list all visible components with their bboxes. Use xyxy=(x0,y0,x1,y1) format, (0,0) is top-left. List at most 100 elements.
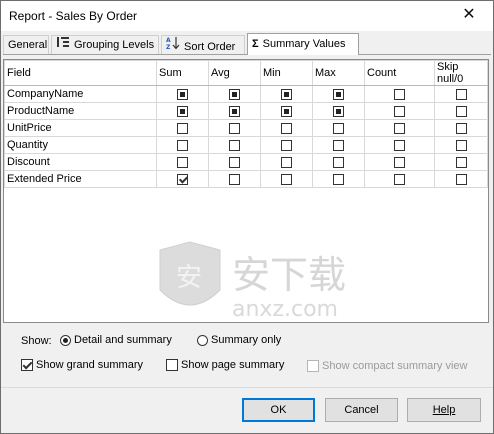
title-bar: Report - Sales By Order ✕ xyxy=(1,1,493,31)
checkbox[interactable] xyxy=(166,359,178,372)
min-checkbox[interactable] xyxy=(281,88,292,100)
skip-checkbox[interactable] xyxy=(455,156,467,168)
max-checkbox[interactable] xyxy=(333,156,344,168)
max-checkbox[interactable] xyxy=(333,122,344,134)
avg-checkbox[interactable] xyxy=(229,105,240,117)
summary-cell-max xyxy=(312,153,365,171)
close-icon[interactable]: ✕ xyxy=(459,5,479,25)
min-checkbox[interactable] xyxy=(281,139,292,151)
svg-text:A: A xyxy=(166,37,171,44)
tab-grouping-levels[interactable]: Grouping Levels xyxy=(51,35,159,54)
tab-general[interactable]: General xyxy=(3,35,49,54)
radio-summary-only[interactable]: Summary only xyxy=(197,334,281,346)
summary-cell-min xyxy=(260,85,313,103)
cancel-button[interactable]: Cancel xyxy=(325,398,398,422)
radio-label: Summary only xyxy=(211,334,282,346)
sum-checkbox[interactable] xyxy=(177,122,188,134)
tab-label: Grouping Levels xyxy=(74,39,155,51)
skip-checkbox[interactable] xyxy=(455,122,467,134)
sum-checkbox[interactable] xyxy=(177,173,188,185)
svg-text:Z: Z xyxy=(166,44,171,50)
grid-row: Discount xyxy=(4,153,488,171)
tab-summary-values[interactable]: Σ Summary Values xyxy=(247,33,359,55)
count-checkbox[interactable] xyxy=(394,173,405,185)
report-dialog: Report - Sales By Order ✕ General Groupi… xyxy=(0,0,494,434)
summary-cell-sum xyxy=(156,119,209,137)
summary-cell-avg xyxy=(208,119,261,137)
min-checkbox[interactable] xyxy=(281,173,292,185)
svg-text:安: 安 xyxy=(176,263,202,293)
max-checkbox[interactable] xyxy=(333,88,344,100)
avg-checkbox[interactable] xyxy=(229,139,240,151)
tab-sort-order[interactable]: A Z Sort Order xyxy=(161,35,245,54)
grid-row: Quantity xyxy=(4,136,488,154)
avg-checkbox[interactable] xyxy=(229,173,240,185)
count-checkbox[interactable] xyxy=(394,156,405,168)
grid-header-row: Field Sum Avg Min Max Count Skip null/0 xyxy=(4,60,488,86)
show-grand-summary-checkbox[interactable]: Show grand summary xyxy=(21,359,143,372)
count-checkbox[interactable] xyxy=(394,122,405,134)
radio-button[interactable] xyxy=(197,334,208,346)
count-checkbox[interactable] xyxy=(394,105,405,117)
column-header-max: Max xyxy=(312,60,365,86)
grid-row: ProductName xyxy=(4,102,488,120)
summary-cell-sum xyxy=(156,85,209,103)
max-checkbox[interactable] xyxy=(333,173,344,185)
skip-checkbox[interactable] xyxy=(455,139,467,151)
checkbox[interactable] xyxy=(21,359,33,372)
skip-checkbox[interactable] xyxy=(455,88,467,100)
summary-cell-count xyxy=(364,153,435,171)
summary-cell-min xyxy=(260,153,313,171)
summary-cell-skip xyxy=(434,102,488,120)
summary-cell-max xyxy=(312,136,365,154)
sum-checkbox[interactable] xyxy=(177,88,188,100)
avg-checkbox[interactable] xyxy=(229,122,240,134)
column-header-min: Min xyxy=(260,60,313,86)
help-button[interactable]: Help xyxy=(407,398,481,422)
skip-checkbox[interactable] xyxy=(455,105,467,117)
footer-separator xyxy=(1,387,493,388)
sum-checkbox[interactable] xyxy=(177,105,188,117)
count-checkbox[interactable] xyxy=(394,139,405,151)
min-checkbox[interactable] xyxy=(281,105,292,117)
summary-cell-count xyxy=(364,170,435,188)
radio-detail-and-summary[interactable]: Detail and summary xyxy=(60,334,172,346)
window-title: Report - Sales By Order xyxy=(9,9,138,23)
min-checkbox[interactable] xyxy=(281,156,292,168)
field-name-cell: Discount xyxy=(4,153,157,171)
checkbox xyxy=(307,360,319,373)
grid-empty-row xyxy=(5,194,488,195)
avg-checkbox[interactable] xyxy=(229,156,240,168)
summary-cell-max xyxy=(312,170,365,188)
ok-button[interactable]: OK xyxy=(242,398,315,422)
grid-empty-row xyxy=(5,188,488,189)
skip-checkbox[interactable] xyxy=(455,173,467,185)
summary-grid-panel: Field Sum Avg Min Max Count Skip null/0 … xyxy=(3,59,489,323)
max-checkbox[interactable] xyxy=(333,139,344,151)
min-checkbox[interactable] xyxy=(281,122,292,134)
tab-label: Summary Values xyxy=(262,38,346,50)
max-checkbox[interactable] xyxy=(333,105,344,117)
summary-cell-min xyxy=(260,119,313,137)
tab-label: General xyxy=(8,39,48,51)
summary-cell-sum xyxy=(156,136,209,154)
avg-checkbox[interactable] xyxy=(229,88,240,100)
column-header-count: Count xyxy=(364,60,435,86)
field-name-cell: UnitPrice xyxy=(4,119,157,137)
grid-empty-row xyxy=(5,195,488,196)
sum-checkbox[interactable] xyxy=(177,156,188,168)
column-header-sum: Sum xyxy=(156,60,209,86)
summary-cell-skip xyxy=(434,85,488,103)
count-checkbox[interactable] xyxy=(394,88,405,100)
grid-empty-row xyxy=(5,191,488,192)
summary-cell-skip xyxy=(434,136,488,154)
radio-button[interactable] xyxy=(60,334,71,346)
summary-cell-min xyxy=(260,170,313,188)
tab-label: Sort Order xyxy=(184,41,236,53)
summary-cell-sum xyxy=(156,153,209,171)
show-page-summary-checkbox[interactable]: Show page summary xyxy=(166,359,284,372)
show-label: Show: xyxy=(21,335,52,347)
sum-checkbox[interactable] xyxy=(177,139,188,151)
checkbox-label: Show grand summary xyxy=(36,359,143,371)
summary-cell-min xyxy=(260,136,313,154)
